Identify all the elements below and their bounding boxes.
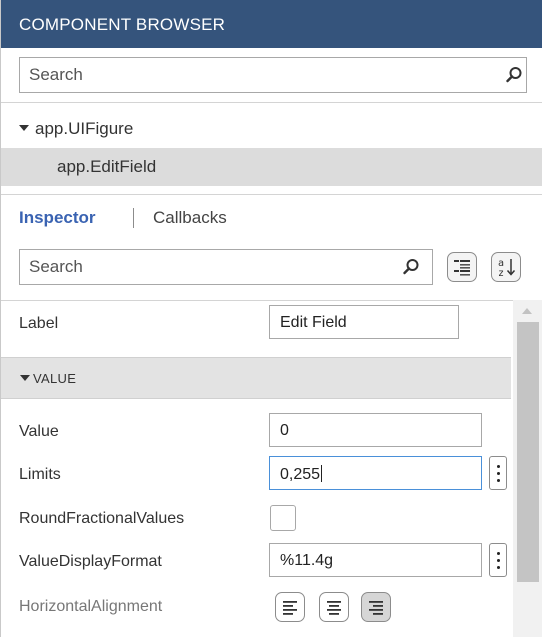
- align-center-button[interactable]: [319, 592, 349, 622]
- scroll-up-arrow-icon[interactable]: [522, 308, 532, 314]
- categorized-list-icon: [448, 253, 476, 281]
- display-format-more-button[interactable]: [489, 543, 507, 577]
- more-dot: [497, 465, 500, 468]
- value-field[interactable]: 0: [269, 413, 482, 447]
- property-horizontal-alignment-name: HorizontalAlignment: [19, 598, 163, 615]
- sort-az-icon: a z: [492, 253, 520, 281]
- divider: [1, 194, 542, 195]
- label-field-value: Edit Field: [280, 314, 347, 331]
- more-dot: [497, 479, 500, 482]
- inspector-search-input[interactable]: [20, 250, 396, 284]
- text-cursor: [321, 465, 323, 482]
- label-field[interactable]: Edit Field: [269, 305, 459, 339]
- property-value-name: Value: [19, 423, 59, 440]
- property-label-name: Label: [19, 315, 59, 332]
- divider: [1, 102, 542, 103]
- limits-field[interactable]: 0,255: [269, 456, 482, 490]
- tab-callbacks[interactable]: Callbacks: [153, 208, 227, 228]
- property-round-name: RoundFractionalValues: [19, 510, 185, 527]
- more-dot: [497, 552, 500, 555]
- inspector-search-box[interactable]: [19, 249, 433, 285]
- search-icon[interactable]: [402, 258, 420, 276]
- limits-field-value: 0,255: [280, 466, 321, 483]
- align-left-button[interactable]: [275, 592, 305, 622]
- align-right-button[interactable]: [361, 592, 391, 622]
- component-browser-title: COMPONENT BROWSER: [19, 15, 226, 34]
- tree-node-label: app.UIFigure: [35, 119, 134, 138]
- categorized-view-button[interactable]: [447, 252, 477, 282]
- tree-node-editfield[interactable]: app.EditField: [1, 148, 542, 186]
- app-designer-panel: COMPONENT BROWSER app.UIFigure app.EditF…: [0, 0, 542, 637]
- tree-node-label: app.EditField: [57, 157, 157, 176]
- component-search-box[interactable]: [19, 57, 527, 93]
- round-fractional-checkbox[interactable]: [270, 505, 296, 531]
- align-center-icon: [320, 593, 348, 621]
- svg-text:z: z: [498, 268, 504, 279]
- more-dot: [497, 559, 500, 562]
- property-limits-name: Limits: [19, 466, 61, 483]
- chevron-down-icon[interactable]: [19, 125, 29, 131]
- alphabetical-sort-button[interactable]: a z: [491, 252, 521, 282]
- display-format-field[interactable]: %11.4g: [269, 543, 482, 577]
- limits-field-text: 0,255: [280, 465, 323, 484]
- tree-node-uifigure[interactable]: app.UIFigure: [1, 110, 542, 148]
- align-right-icon: [362, 593, 390, 621]
- chevron-down-icon[interactable]: [20, 375, 30, 381]
- more-dot: [497, 472, 500, 475]
- align-left-icon: [276, 593, 304, 621]
- more-dot: [497, 566, 500, 569]
- tab-separator: [133, 208, 134, 228]
- section-value-label: VALUE: [33, 371, 77, 386]
- value-field-value: 0: [280, 422, 289, 439]
- display-format-value: %11.4g: [280, 552, 334, 569]
- limits-more-button[interactable]: [489, 456, 507, 490]
- property-display-format-name: ValueDisplayFormat: [19, 553, 162, 570]
- section-value-header[interactable]: VALUE: [1, 357, 511, 399]
- search-icon[interactable]: [505, 66, 523, 84]
- component-search-input[interactable]: [20, 58, 490, 92]
- scrollbar-thumb[interactable]: [517, 322, 539, 582]
- tab-inspector[interactable]: Inspector: [19, 208, 96, 228]
- component-browser-header: COMPONENT BROWSER: [1, 0, 542, 48]
